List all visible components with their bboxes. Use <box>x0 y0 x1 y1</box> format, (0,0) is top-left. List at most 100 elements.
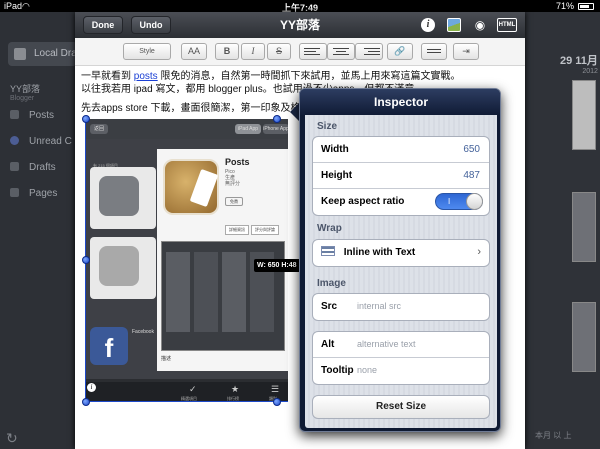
inspector-popover: Inspector Size Width 650 Height 487 Keep… <box>299 88 501 432</box>
appstore-iphone-tab: iPhone App <box>263 124 288 134</box>
strikethrough-button[interactable]: S <box>267 43 291 60</box>
blog-selector[interactable]: YY部落 Blogger <box>10 82 40 102</box>
appstore-back-button: 返回 <box>90 124 108 134</box>
style-button[interactable]: Style <box>123 43 171 60</box>
width-row[interactable]: Width 650 <box>313 137 489 163</box>
reset-size-button[interactable]: Reset Size <box>312 395 490 419</box>
post-thumbnail[interactable] <box>572 192 596 262</box>
size-group: Width 650 Height 487 Keep aspect ratio I <box>312 136 490 216</box>
src-group: Src internal src <box>312 293 490 321</box>
italic-button[interactable]: I <box>241 43 265 60</box>
aspect-ratio-label: Keep aspect ratio <box>321 196 405 207</box>
tooltip-row[interactable]: Tooltip none <box>313 358 489 384</box>
tooltip-input[interactable]: none <box>357 358 377 383</box>
app-name: Posts <box>225 157 250 167</box>
post-date: 29 11月 2012 <box>560 55 598 75</box>
wrap-row[interactable]: Inline with Text › <box>313 240 489 266</box>
format-toolbar: Style AA B I S 🔗 ⇥ <box>75 38 525 66</box>
facebook-app-icon: f <box>90 327 128 365</box>
horizontal-rule-button[interactable] <box>421 43 447 60</box>
posts-app-icon <box>163 159 219 215</box>
align-center-button[interactable] <box>327 43 355 60</box>
inspector-title: Inspector <box>300 89 500 115</box>
carrier-label: iPad <box>4 1 23 11</box>
local-drafts-label: Local Dra <box>34 48 77 59</box>
tooltip-label: Tooltip <box>321 365 354 376</box>
refresh-icon[interactable]: ↻ <box>6 430 18 447</box>
horizontal-rule-icon <box>427 49 441 50</box>
sidebar-item-unread[interactable]: Unread C <box>10 136 72 147</box>
resize-handle-bottom[interactable] <box>273 398 281 406</box>
width-value[interactable]: 650 <box>463 137 480 162</box>
app-thumb-icon <box>99 246 139 286</box>
bold-button[interactable]: B <box>215 43 239 60</box>
blog-sidebar: Local Dra YY部落 Blogger Posts Unread C Dr… <box>0 12 78 449</box>
blog-name: YY部落 <box>10 84 41 94</box>
wrap-group: Inline with Text › <box>312 239 490 267</box>
alt-tooltip-group: Alt alternative text Tooltip none <box>312 331 490 385</box>
appstore-ipad-tab: iPad App <box>235 124 261 134</box>
aspect-ratio-row: Keep aspect ratio I <box>313 189 489 215</box>
app-thumb-icon <box>99 176 139 216</box>
status-bar: iPad ◠ 上午7:49 71% <box>0 0 600 13</box>
app-buy-button: 免費 <box>225 197 243 206</box>
sidebar-item-pages[interactable]: Pages <box>10 188 57 199</box>
posts-link[interactable]: posts <box>134 71 158 82</box>
post-thumbnail[interactable] <box>572 302 596 372</box>
html-toggle-icon[interactable]: HTML <box>497 18 517 32</box>
aspect-ratio-toggle[interactable]: I <box>435 193 483 210</box>
chevron-right-icon: › <box>477 246 481 258</box>
alt-row[interactable]: Alt alternative text <box>313 332 489 358</box>
src-row[interactable]: Src internal src <box>313 294 489 320</box>
image-section-header: Image <box>317 278 346 289</box>
height-row[interactable]: Height 487 <box>313 163 489 189</box>
app-detail-segments: 詳細資訊 評分與評論 <box>225 225 281 235</box>
preview-eye-icon[interactable]: ◉ <box>473 18 487 32</box>
height-label: Height <box>321 170 353 181</box>
done-button[interactable]: Done <box>83 16 123 34</box>
top-charts-icon: ★ <box>231 384 240 394</box>
facebook-label: Facebook <box>132 329 154 335</box>
wrap-section-header: Wrap <box>317 223 342 234</box>
local-drafts-item[interactable]: Local Dra <box>8 42 78 66</box>
sidebar-item-drafts[interactable]: Drafts <box>10 162 56 173</box>
undo-button[interactable]: Undo <box>131 16 171 34</box>
toggle-knob <box>466 193 483 210</box>
resize-handle-left[interactable] <box>82 256 90 264</box>
insert-image-icon[interactable] <box>447 18 461 32</box>
alt-label: Alt <box>321 339 335 350</box>
indent-button[interactable]: ⇥ <box>453 43 479 60</box>
info-icon[interactable]: i <box>421 18 435 32</box>
sidebar-item-posts[interactable]: Posts <box>10 110 54 121</box>
appstore-nav-bar: 返回 iPad App iPhone App <box>85 119 288 139</box>
blog-sub: Blogger <box>10 95 35 102</box>
posts-icon <box>10 110 19 119</box>
align-right-button[interactable] <box>355 43 383 60</box>
editor-header: YY部落 Done Undo i ◉ HTML <box>75 12 525 38</box>
post-thumbnail[interactable] <box>572 80 596 150</box>
resize-handle-bottom-left[interactable] <box>82 398 90 406</box>
battery-label: 71% <box>555 1 574 11</box>
align-left-icon <box>304 48 320 49</box>
drafts-icon <box>14 48 26 60</box>
font-size-button[interactable]: AA <box>181 43 207 60</box>
height-value[interactable]: 487 <box>463 163 480 188</box>
wrap-value: Inline with Text <box>343 247 416 258</box>
src-input[interactable]: internal src <box>357 294 401 319</box>
battery-icon <box>578 3 594 10</box>
appstore-tab-bar: ✓ 精選項目 ★ 排行榜 ☰ 類別 <box>85 382 288 402</box>
app-screenshot-preview <box>161 241 285 351</box>
unread-icon <box>10 136 19 145</box>
link-button[interactable]: 🔗 <box>387 43 413 60</box>
wrap-inline-icon <box>321 246 335 256</box>
src-label: Src <box>321 301 338 312</box>
align-left-button[interactable] <box>299 43 327 60</box>
alt-input[interactable]: alternative text <box>357 332 416 357</box>
categories-icon: ☰ <box>271 384 280 394</box>
drafts-nav-icon <box>10 162 19 171</box>
resize-handle-top[interactable] <box>273 115 281 123</box>
resize-handle-top-left[interactable] <box>82 115 90 123</box>
inspector-body: Size Width 650 Height 487 Keep aspect ra… <box>305 115 497 428</box>
appstore-card <box>90 237 156 299</box>
align-right-icon <box>364 48 380 49</box>
